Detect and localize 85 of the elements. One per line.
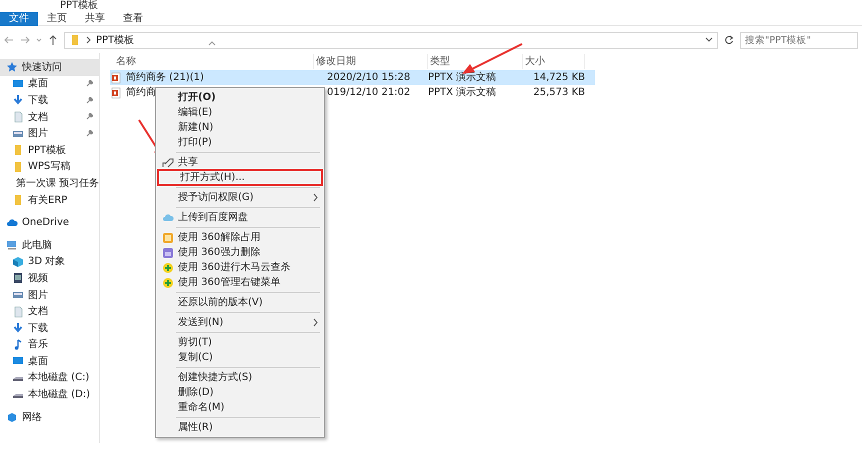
address-bar[interactable]: PPT模板: [64, 32, 718, 48]
menu-item[interactable]: 共享: [156, 155, 324, 170]
document-icon: [12, 306, 24, 318]
share-icon: [162, 156, 174, 168]
sidebar-item[interactable]: 下载: [28, 92, 48, 108]
computer-icon: [6, 239, 18, 252]
column-header[interactable]: 修改日期: [314, 54, 428, 69]
sidebar-item[interactable]: 第一次课 预习任务: [16, 176, 100, 191]
sidebar-item[interactable]: 快速访问: [0, 59, 99, 76]
column-header[interactable]: 名称: [114, 54, 314, 69]
music-note-icon: [12, 338, 24, 351]
ribbon-tab[interactable]: 查看: [114, 12, 152, 26]
menu-item[interactable]: 属性(R): [156, 420, 324, 435]
menu-item[interactable]: 使用 360进行木马云查杀: [156, 260, 324, 275]
plus-circle-icon: [162, 276, 174, 288]
video-icon: [12, 272, 24, 284]
menu-item[interactable]: 还原以前的版本(V): [156, 295, 324, 310]
folder-icon: [69, 34, 81, 46]
menu-item[interactable]: 打开方式(H)...: [158, 170, 322, 185]
sidebar-item[interactable]: OneDrive: [0, 214, 99, 231]
menu-item[interactable]: 删除(D): [156, 385, 324, 400]
file-size: 14,725 KB: [532, 71, 585, 85]
menu-item[interactable]: 创建快捷方式(S): [156, 370, 324, 385]
file-date: 2020/2/10 15:28: [327, 71, 412, 85]
column-header[interactable]: 大小: [523, 54, 585, 69]
ribbon-tab[interactable]: 文件: [0, 12, 38, 26]
sidebar-item[interactable]: 音乐: [28, 337, 48, 352]
download-arrow-icon: [12, 322, 24, 334]
file-type: PPTX 演示文稿: [428, 86, 498, 100]
sidebar-item[interactable]: 本地磁盘 (C:): [28, 370, 90, 386]
sidebar-item[interactable]: 本地磁盘 (D:): [28, 387, 90, 402]
folder-icon: [12, 194, 24, 206]
cloud-icon: [162, 212, 174, 224]
ribbon-tab[interactable]: 共享: [76, 12, 114, 26]
folder-icon: [12, 144, 24, 156]
menu-item[interactable]: 授予访问权限(G): [156, 190, 324, 205]
file-date: 019/12/10 21:02: [327, 86, 412, 100]
star-icon: [6, 61, 18, 74]
sidebar-item[interactable]: 3D 对象: [28, 254, 66, 270]
sidebar-item[interactable]: 下载: [28, 320, 48, 336]
up-icon[interactable]: [48, 34, 58, 46]
cloud-icon: [6, 216, 18, 229]
cube-icon: [12, 256, 24, 268]
file-name[interactable]: 简约商: [126, 85, 156, 100]
download-arrow-icon: [12, 94, 24, 106]
menu-item[interactable]: 使用 360解除占用: [156, 230, 324, 245]
menu-item[interactable]: 打印(P): [156, 135, 324, 150]
presentation-file-icon: [110, 86, 122, 98]
menu-item[interactable]: 发送到(N): [156, 315, 324, 330]
presentation-file-icon: [110, 72, 122, 84]
folder-icon: [12, 160, 24, 173]
tool-icon: [162, 232, 174, 244]
sidebar-item[interactable]: 网络: [0, 408, 99, 426]
menu-item[interactable]: 重命名(M): [156, 400, 324, 415]
window-title: PPT模板: [59, 0, 100, 12]
menu-item[interactable]: 使用 360强力删除: [156, 245, 324, 260]
breadcrumb[interactable]: PPT模板: [96, 32, 134, 48]
network-icon: [6, 411, 18, 424]
sidebar-item[interactable]: 文档: [28, 110, 48, 125]
file-size: 25,573 KB: [532, 86, 585, 100]
menu-item[interactable]: 剪切(T): [156, 335, 324, 350]
sidebar-item[interactable]: WPS写稿: [28, 159, 70, 174]
menu-item[interactable]: 上传到百度网盘: [156, 210, 324, 225]
document-icon: [12, 111, 24, 124]
sidebar-item[interactable]: 图片: [28, 288, 48, 303]
plus-circle-icon: [162, 262, 174, 274]
sidebar-item[interactable]: PPT模板: [28, 142, 66, 158]
sidebar-item[interactable]: 文档: [28, 304, 48, 320]
sidebar-item[interactable]: 图片: [28, 126, 48, 142]
sidebar-item[interactable]: 此电脑: [0, 236, 99, 254]
menu-item[interactable]: 打开(O): [156, 90, 324, 105]
file-type: PPTX 演示文稿: [428, 70, 498, 85]
menu-item[interactable]: 编辑(E): [156, 105, 324, 120]
sidebar-item[interactable]: 桌面: [28, 76, 48, 92]
desktop-icon: [12, 78, 24, 90]
search-field[interactable]: 搜索"PPT模板": [740, 32, 858, 48]
file-name[interactable]: 简约商务 (21)(1): [126, 70, 204, 85]
menu-item[interactable]: 新建(N): [156, 120, 324, 135]
ribbon-tab[interactable]: 主页: [38, 12, 76, 26]
sidebar-item[interactable]: 视频: [28, 270, 48, 286]
sidebar-item[interactable]: 桌面: [28, 354, 48, 369]
eraser-icon: [162, 246, 174, 258]
menu-item[interactable]: 复制(C): [156, 350, 324, 365]
menu-item[interactable]: 使用 360管理右键菜单: [156, 275, 324, 290]
sidebar-item[interactable]: 有关ERP: [28, 192, 68, 208]
